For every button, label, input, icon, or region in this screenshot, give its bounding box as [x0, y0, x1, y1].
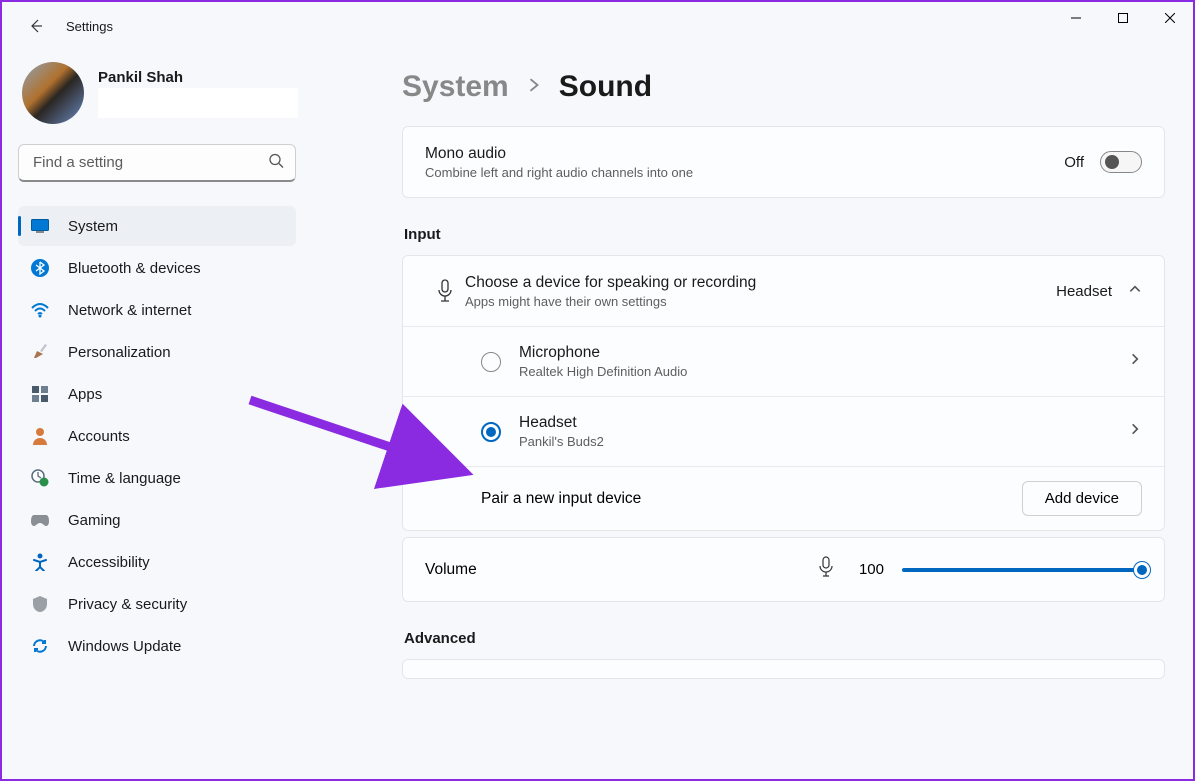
choose-device-desc: Apps might have their own settings [465, 294, 1056, 309]
volume-value: 100 [852, 561, 884, 578]
update-icon [30, 636, 50, 656]
clock-globe-icon [30, 468, 50, 488]
sidebar-item-windows-update[interactable]: Windows Update [18, 626, 296, 666]
sidebar-item-label: Privacy & security [68, 596, 187, 613]
pair-input-device-row: Pair a new input device Add device [403, 466, 1164, 530]
avatar [22, 62, 84, 124]
selected-device-summary: Headset [1056, 283, 1112, 300]
input-devices-card: Choose a device for speaking or recordin… [402, 255, 1165, 531]
sidebar-item-label: Network & internet [68, 302, 191, 319]
chevron-right-icon [527, 78, 541, 97]
device-name: Headset [519, 414, 1128, 432]
accessibility-icon [30, 552, 50, 572]
choose-input-device-row[interactable]: Choose a device for speaking or recordin… [403, 256, 1164, 326]
sidebar-item-label: Gaming [68, 512, 121, 529]
sidebar-item-privacy[interactable]: Privacy & security [18, 584, 296, 624]
person-icon [30, 426, 50, 446]
shield-icon [30, 594, 50, 614]
profile-email-placeholder [98, 88, 298, 118]
maximize-icon [1118, 13, 1128, 23]
close-button[interactable] [1146, 2, 1193, 34]
sidebar-item-personalization[interactable]: Personalization [18, 332, 296, 372]
minimize-button[interactable] [1052, 2, 1099, 34]
mono-audio-toggle[interactable] [1100, 151, 1142, 173]
mono-audio-title: Mono audio [425, 145, 1064, 163]
search-icon [268, 153, 284, 174]
maximize-button[interactable] [1099, 2, 1146, 34]
microphone-icon[interactable] [818, 556, 834, 583]
device-desc: Realtek High Definition Audio [519, 364, 1128, 379]
sidebar-item-label: System [68, 218, 118, 235]
mono-audio-card: Mono audio Combine left and right audio … [402, 126, 1165, 198]
choose-device-title: Choose a device for speaking or recordin… [465, 274, 1056, 292]
sidebar-item-system[interactable]: System [18, 206, 296, 246]
add-device-button[interactable]: Add device [1022, 481, 1142, 516]
mono-audio-state: Off [1064, 154, 1084, 171]
sidebar-item-gaming[interactable]: Gaming [18, 500, 296, 540]
input-device-microphone[interactable]: Microphone Realtek High Definition Audio [403, 326, 1164, 396]
mono-audio-desc: Combine left and right audio channels in… [425, 165, 1064, 180]
breadcrumb-parent[interactable]: System [402, 70, 509, 104]
sidebar-item-time-language[interactable]: Time & language [18, 458, 296, 498]
paintbrush-icon [30, 342, 50, 362]
radio-selected[interactable] [481, 422, 501, 442]
volume-label: Volume [425, 561, 477, 579]
sidebar-item-bluetooth[interactable]: Bluetooth & devices [18, 248, 296, 288]
minimize-icon [1071, 13, 1081, 23]
advanced-section-label: Advanced [404, 630, 1165, 647]
microphone-icon [425, 279, 465, 303]
advanced-card-partial [402, 659, 1165, 679]
sidebar-item-label: Windows Update [68, 638, 181, 655]
sidebar-item-apps[interactable]: Apps [18, 374, 296, 414]
profile-block[interactable]: Pankil Shah [22, 62, 296, 124]
search-input[interactable] [18, 144, 296, 182]
sidebar-item-label: Accounts [68, 428, 130, 445]
input-device-headset[interactable]: Headset Pankil's Buds2 [403, 396, 1164, 466]
chevron-up-icon [1128, 282, 1142, 300]
sidebar-item-label: Time & language [68, 470, 181, 487]
back-button[interactable] [18, 8, 54, 44]
sidebar-item-label: Bluetooth & devices [68, 260, 201, 277]
device-desc: Pankil's Buds2 [519, 434, 1128, 449]
app-title: Settings [66, 19, 113, 34]
sidebar-item-label: Personalization [68, 344, 171, 361]
volume-slider[interactable] [902, 568, 1142, 572]
sidebar-item-accessibility[interactable]: Accessibility [18, 542, 296, 582]
bluetooth-icon [30, 258, 50, 278]
pair-label: Pair a new input device [481, 490, 641, 508]
input-section-label: Input [404, 226, 1165, 243]
profile-name: Pankil Shah [98, 69, 298, 86]
sidebar-item-label: Accessibility [68, 554, 150, 571]
device-name: Microphone [519, 344, 1128, 362]
breadcrumb-current: Sound [559, 70, 652, 104]
radio-unselected[interactable] [481, 352, 501, 372]
sidebar-item-label: Apps [68, 386, 102, 403]
gamepad-icon [30, 510, 50, 530]
chevron-right-icon[interactable] [1128, 352, 1142, 371]
apps-icon [30, 384, 50, 404]
sidebar-item-accounts[interactable]: Accounts [18, 416, 296, 456]
slider-thumb[interactable] [1134, 562, 1150, 578]
close-icon [1165, 13, 1175, 23]
chevron-right-icon[interactable] [1128, 422, 1142, 441]
arrow-left-icon [28, 18, 44, 34]
breadcrumb: System Sound [402, 70, 1165, 104]
wifi-icon [30, 300, 50, 320]
system-icon [30, 216, 50, 236]
volume-card: Volume 100 [402, 537, 1165, 602]
sidebar-item-network[interactable]: Network & internet [18, 290, 296, 330]
